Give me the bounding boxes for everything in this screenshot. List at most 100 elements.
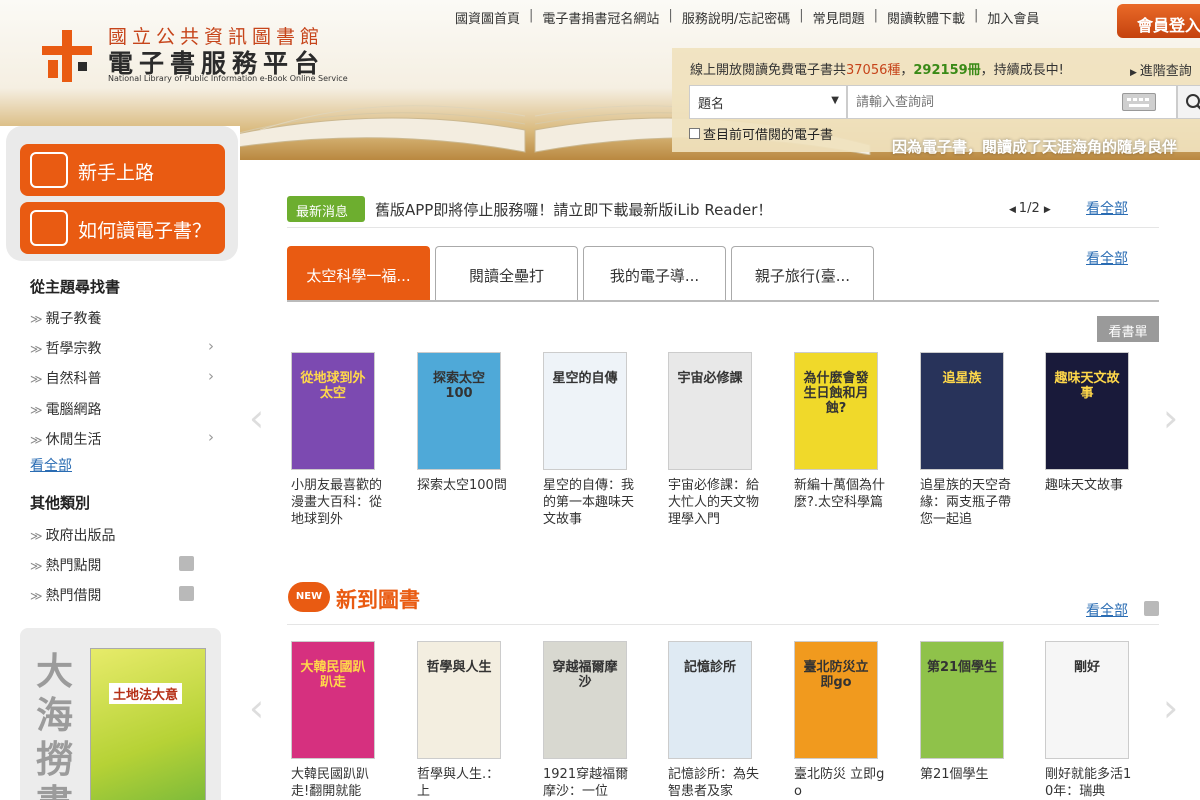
book-cover-text: 追星族 xyxy=(942,371,982,386)
next-arrow-icon[interactable]: ▶ xyxy=(1044,205,1051,215)
search-button[interactable] xyxy=(1177,85,1200,119)
promo-book-cover: 土地法大意 xyxy=(90,648,206,800)
nav-register-link[interactable]: 加入會員 xyxy=(987,8,1039,27)
tab-space-science[interactable]: 太空科學一福... xyxy=(287,246,430,300)
book-cover[interactable]: 大韓民國趴趴走 xyxy=(291,641,375,759)
rss-icon[interactable] xyxy=(179,556,194,571)
book-title[interactable]: 1921穿越福爾摩沙：一位 xyxy=(543,766,635,800)
tab-my-ebook-guide[interactable]: 我的電子導... xyxy=(583,246,726,300)
carousel-next-icon[interactable]: › xyxy=(1163,398,1185,442)
sidebar-item-gov-publications[interactable]: ≫ 政府出版品 xyxy=(30,525,220,545)
rss-icon[interactable] xyxy=(1144,601,1159,616)
book-title[interactable]: 第21個學生 xyxy=(920,766,1012,800)
newbie-guide-button[interactable]: 新手上路 xyxy=(20,144,225,196)
book-title[interactable]: 臺北防災 立即go xyxy=(794,766,886,800)
book-item[interactable]: 臺北防災立即go 臺北防災 立即go xyxy=(794,641,888,800)
news-view-all-link[interactable]: 看全部 xyxy=(1086,198,1128,218)
book-item[interactable]: 星空的自傳星空的自傳：我的第一本趣味天文故事 xyxy=(543,352,637,532)
nav-separator: | xyxy=(974,8,979,23)
book-item[interactable]: 第21個學生 第21個學生 xyxy=(920,641,1014,800)
book-cover-text: 大韓民國趴趴走 xyxy=(300,660,366,690)
search-field-select[interactable]: 題名 ▼ xyxy=(689,85,847,119)
book-item[interactable]: 穿越福爾摩沙 1921穿越福爾摩沙：一位 xyxy=(543,641,637,800)
book-title[interactable]: 星空的自傳：我的第一本趣味天文故事 xyxy=(543,477,635,531)
book-item[interactable]: 剛好剛好就能多活10年：瑞典 xyxy=(1045,641,1139,800)
book-item[interactable]: 從地球到外太空小朋友最喜歡的漫畫大百科：從地球到外 xyxy=(291,352,385,532)
carousel-next-icon[interactable]: › xyxy=(1163,688,1185,732)
tab-reading-homerun[interactable]: 閱讀全壘打 xyxy=(435,246,578,300)
book-cover[interactable]: 趣味天文故事 xyxy=(1045,352,1129,470)
count-suffix: ，持續成長中! xyxy=(980,63,1064,78)
prev-arrow-icon[interactable]: ◀ xyxy=(1009,205,1019,215)
sidebar-item-parenting[interactable]: ≫ 親子教養 xyxy=(30,308,220,328)
book-title[interactable]: 探索太空100問 xyxy=(417,477,509,531)
book-cover[interactable]: 追星族 xyxy=(920,352,1004,470)
rss-icon[interactable] xyxy=(179,586,194,601)
nav-home-link[interactable]: 國資圖首頁 xyxy=(455,8,520,27)
nav-download-link[interactable]: 閱讀軟體下載 xyxy=(887,8,965,27)
carousel-prev-icon[interactable]: ‹ xyxy=(249,398,271,442)
book-cover[interactable]: 星空的自傳 xyxy=(543,352,627,470)
sidebar-item-label: 哲學宗教 xyxy=(45,341,102,357)
book-cover[interactable]: 為什麼會發生日蝕和月蝕? xyxy=(794,352,878,470)
advanced-search-link[interactable]: ▶ 進階查詢 xyxy=(1130,60,1192,79)
book-title[interactable]: 宇宙必修課：給大忙人的天文物理學入門 xyxy=(668,477,760,531)
double-chevron-icon: ≫ xyxy=(30,342,43,356)
count-volumes: 292159冊 xyxy=(913,63,981,78)
double-chevron-icon: ≫ xyxy=(30,372,43,386)
book-title[interactable]: 記憶診所：為失智患者及家 xyxy=(668,766,760,800)
book-cover[interactable]: 臺北防災立即go xyxy=(794,641,878,759)
book-cover[interactable]: 探索太空100 xyxy=(417,352,501,470)
sidebar-item-computer[interactable]: ≫ 電腦網路 xyxy=(30,399,220,419)
book-cover[interactable]: 從地球到外太空 xyxy=(291,352,375,470)
book-title[interactable]: 趣味天文故事 xyxy=(1045,477,1137,531)
virtual-keyboard-icon[interactable] xyxy=(1122,93,1156,111)
nav-donation-link[interactable]: 電子書捐書冠名網站 xyxy=(542,8,659,27)
book-item[interactable]: 趣味天文故事 趣味天文故事 xyxy=(1045,352,1139,532)
nav-service-link[interactable]: 服務說明/忘記密碼 xyxy=(682,8,790,27)
how-to-read-button[interactable]: 如何讀電子書？ xyxy=(20,202,225,254)
book-cover[interactable]: 宇宙必修課 xyxy=(668,352,752,470)
book-item[interactable]: 大韓民國趴趴走大韓民國趴趴走!翻開就能 xyxy=(291,641,385,800)
tab-family-travel[interactable]: 親子旅行(臺... xyxy=(731,246,874,300)
book-title[interactable]: 哲學與人生.：上 xyxy=(417,766,509,800)
sidebar-item-label: 電腦網路 xyxy=(45,402,102,418)
sidebar-item-philosophy[interactable]: ≫ 哲學宗教 › xyxy=(30,337,220,358)
news-bar: 最新消息 舊版APP即將停止服務囉！請立即下載最新版iLib Reader！ ◀… xyxy=(287,196,1159,228)
site-logo[interactable]: 國立公共資訊圖書館 電子書服務平台 National Library of Pu… xyxy=(38,22,378,92)
only-borrowable-checkbox[interactable]: 查目前可借閱的電子書 xyxy=(689,124,833,143)
book-title[interactable]: 小朋友最喜歡的漫畫大百科：從地球到外 xyxy=(291,477,383,531)
nav-faq-link[interactable]: 常見問題 xyxy=(813,8,865,27)
book-item[interactable]: 宇宙必修課宇宙必修課：給大忙人的天文物理學入門 xyxy=(668,352,762,532)
book-item[interactable]: 追星族追星族的天空奇緣：兩支瓶子帶您一起追 xyxy=(920,352,1014,532)
book-cover[interactable]: 哲學與人生 xyxy=(417,641,501,759)
book-cover[interactable]: 剛好 xyxy=(1045,641,1129,759)
topics-view-all-link[interactable]: 看全部 xyxy=(30,455,72,475)
book-title[interactable]: 剛好就能多活10年：瑞典 xyxy=(1045,766,1137,800)
booklist-button[interactable]: 看書單 xyxy=(1097,316,1159,342)
book-title[interactable]: 追星族的天空奇緣：兩支瓶子帶您一起追 xyxy=(920,477,1012,531)
book-item[interactable]: 哲學與人生哲學與人生.：上 xyxy=(417,641,511,800)
book-item[interactable]: 記憶診所記憶診所：為失智患者及家 xyxy=(668,641,762,800)
double-chevron-icon: ≫ xyxy=(30,589,43,603)
featured-view-all-link[interactable]: 看全部 xyxy=(1086,248,1128,268)
sidebar-item-popular-borrows[interactable]: ≫ 熱門借閱 xyxy=(30,585,220,605)
sidebar-item-popular-views[interactable]: ≫ 熱門點閱 xyxy=(30,555,220,575)
carousel-prev-icon[interactable]: ‹ xyxy=(249,688,271,732)
book-title[interactable]: 新編十萬個為什麼?.太空科學篇 xyxy=(794,477,886,531)
sidebar-item-leisure[interactable]: ≫ 休閒生活 › xyxy=(30,428,220,449)
news-headline-link[interactable]: 舊版APP即將停止服務囉！請立即下載最新版iLib Reader！ xyxy=(375,199,772,220)
new-arrivals-view-all-link[interactable]: 看全部 xyxy=(1086,600,1128,620)
divider xyxy=(287,624,1159,625)
book-item[interactable]: 探索太空100 探索太空100問 xyxy=(417,352,511,532)
book-item[interactable]: 為什麼會發生日蝕和月蝕? 新編十萬個為什麼?.太空科學篇 xyxy=(794,352,888,532)
book-cover[interactable]: 穿越福爾摩沙 xyxy=(543,641,627,759)
sidebar-item-science[interactable]: ≫ 自然科普 › xyxy=(30,367,220,388)
login-button[interactable]: 會員登入 xyxy=(1117,4,1200,38)
book-title[interactable]: 大韓民國趴趴走!翻開就能 xyxy=(291,766,383,800)
new-badge: NEW xyxy=(288,582,330,612)
promo-banner[interactable]: 大海撈書 土地法大意 xyxy=(20,628,221,800)
book-cover[interactable]: 記憶診所 xyxy=(668,641,752,759)
nav-separator: | xyxy=(529,8,534,23)
book-cover[interactable]: 第21個學生 xyxy=(920,641,1004,759)
